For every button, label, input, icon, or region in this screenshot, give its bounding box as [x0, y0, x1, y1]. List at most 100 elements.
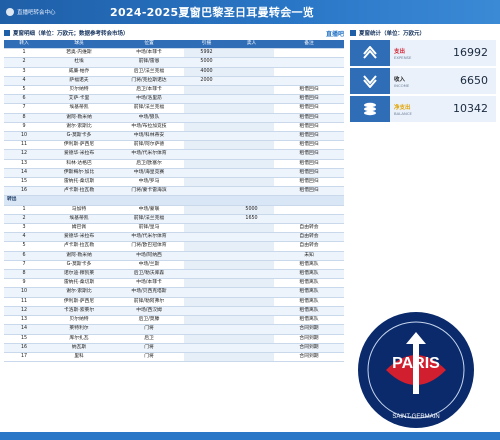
table-cell: 租借离队: [274, 287, 344, 298]
table-cell: 2: [4, 57, 44, 68]
stat-label: 净支出: [394, 104, 411, 111]
table-cell: 姆巴佩: [44, 223, 114, 234]
table-cell: 3: [4, 67, 44, 77]
table-cell: 租借回归: [274, 103, 344, 114]
table-cell: 租借离队: [274, 306, 344, 317]
table-row: 14 莱特利尔 门将 合同到期: [4, 324, 344, 335]
stat-label-en: BALANCE: [394, 110, 412, 116]
page-header: 直播吧转会中心 2024-2025夏窗巴黎圣日耳曼转会一览: [0, 0, 500, 24]
table-row: 11 伊利斯·萨西尼 前锋/阿尔萨德 租借回归: [4, 140, 344, 151]
table-cell: 后卫/欧塞尔: [114, 159, 184, 169]
table-row: 6 艾萨·卡里 中场/洛里昂 租借回归: [4, 94, 344, 105]
table-cell: 12: [4, 306, 44, 317]
table-cell: 中场/贝西克塔斯: [114, 287, 184, 298]
table-cell: 2: [4, 214, 44, 225]
table-cell: [184, 278, 229, 289]
table-cell: 前锋/勒阿弗尔: [114, 297, 184, 307]
table-cell: 若奥·内维斯: [44, 48, 114, 59]
table-row: 5 卢卡斯·拉瓦勒 门将/欧巴冠体育 自由转会: [4, 241, 344, 252]
table-cell: 爱德华·米拉布: [44, 232, 114, 243]
table-cell: 6: [4, 251, 44, 261]
table-cell: [184, 159, 229, 169]
stat-income: 收入 INCOME 6650: [350, 68, 496, 94]
table-cell: 9: [4, 122, 44, 133]
table-cell: 14: [4, 168, 44, 179]
table-cell: [184, 122, 229, 133]
table-cell: [184, 94, 229, 105]
table-cell: 10: [4, 131, 44, 142]
table-row: 15 雷纳托·桑切斯 中场/罗马 租借回归: [4, 177, 344, 188]
table-cell: 租借回归: [274, 94, 344, 105]
table-row: 15 库尔扎瓦 后卫 合同到期: [4, 334, 344, 344]
table-cell: G-莫斯卡多: [44, 260, 114, 271]
table-cell: [229, 94, 274, 105]
table-cell: 前锋/法兰克福: [114, 103, 184, 114]
stats-title-text: 夏窗统计（单位：万欧元）: [359, 31, 426, 37]
table-row: 13 贝尔纳特 后卫/莫滕 租借离队: [4, 315, 344, 326]
brand-logo-icon: [6, 8, 14, 16]
table-cell: 租借回归: [274, 186, 344, 197]
table-cell: 租借回归: [274, 149, 344, 160]
out-section-header: 转出: [4, 195, 344, 206]
table-cell: 雷纳托·桑切斯: [44, 278, 114, 289]
table-row: 2 杜埃 前锋/雷恩 5000: [4, 57, 344, 68]
table-cell: 中场/海皇竞赛: [114, 168, 184, 179]
table-cell: 科林·达格巴: [44, 159, 114, 169]
table-cell: 10: [4, 287, 44, 298]
table-row: 6 谢阿·勒米纳 中场/阿纳西 未知: [4, 251, 344, 261]
stats-title: 夏窗统计（单位：万欧元）: [350, 26, 496, 40]
section-marker-icon: [350, 30, 356, 36]
table-cell: 雷纳托·桑切斯: [44, 177, 114, 188]
table-cell: 7: [4, 103, 44, 114]
table-row: 3 威廉·帕乔 后卫/法兰克福 4000: [4, 67, 344, 77]
table-cell: 前锋/法兰克福: [114, 214, 184, 225]
table-cell: 威廉·帕乔: [44, 67, 114, 77]
table-cell: 后卫/本菲卡: [114, 85, 184, 96]
table-cell: [184, 297, 229, 307]
column-header: 备注: [274, 40, 344, 50]
table-cell: 门将: [114, 324, 184, 335]
column-header: 球员: [44, 40, 114, 50]
table-cell: 6: [4, 94, 44, 105]
table-cell: 中场/本菲卡: [114, 48, 184, 59]
table-cell: 莱特利尔: [44, 324, 114, 335]
table-cell: 谢尔·索斯比: [44, 287, 114, 298]
table-cell: [184, 306, 229, 317]
table-cell: 中场/西汉姆: [114, 306, 184, 317]
stat-label: 收入: [394, 76, 406, 83]
table-cell: 租借回归: [274, 113, 344, 123]
table-row: 7 埃基蒂凯 前锋/法兰克福 租借回归: [4, 103, 344, 114]
table-cell: 9: [4, 278, 44, 289]
stat-label-en: EXPENSE: [394, 54, 412, 60]
table-cell: 2000: [184, 76, 229, 87]
table-cell: 租借离队: [274, 297, 344, 307]
table-cell: 门将: [114, 343, 184, 353]
table-cell: 自由转会: [274, 232, 344, 243]
stat-balance: 净支出 BALANCE 10342: [350, 96, 496, 122]
table-title: 夏窗明细（单位：万欧元；数据参考转会市场）: [4, 29, 129, 37]
table-cell: 爱德华·米拉布: [44, 149, 114, 160]
table-header-row: 转入 球员 位置 引援 卖人 备注: [4, 40, 344, 50]
table-cell: 11: [4, 297, 44, 307]
table-cell: 萨福诺夫: [44, 76, 114, 87]
section-marker-icon: [4, 30, 10, 36]
table-cell: [184, 334, 229, 344]
table-cell: 中场/布拉加竞技: [114, 122, 184, 133]
table-cell: 8: [4, 113, 44, 123]
table-cell: [229, 113, 274, 123]
table-cell: 租借回归: [274, 122, 344, 133]
table-cell: 埃基蒂凯: [44, 214, 114, 225]
table-cell: [184, 177, 229, 188]
table-cell: [229, 177, 274, 188]
table-cell: 合同到期: [274, 343, 344, 353]
table-cell: 里科: [44, 352, 114, 363]
table-cell: [274, 214, 344, 225]
table-row: 13 科林·达格巴 后卫/欧塞尔 租借回归: [4, 159, 344, 169]
table-cell: 8: [4, 269, 44, 280]
table-cell: [184, 223, 229, 234]
table-cell: 纳瓦斯: [44, 343, 114, 353]
table-cell: 合同到期: [274, 324, 344, 335]
table-cell: 门将/克拉斯诺达: [114, 76, 184, 87]
table-row: 1 马加特 中场/蒙联 5000: [4, 205, 344, 215]
page-title: 2024-2025夏窗巴黎圣日耳曼转会一览: [110, 6, 315, 19]
